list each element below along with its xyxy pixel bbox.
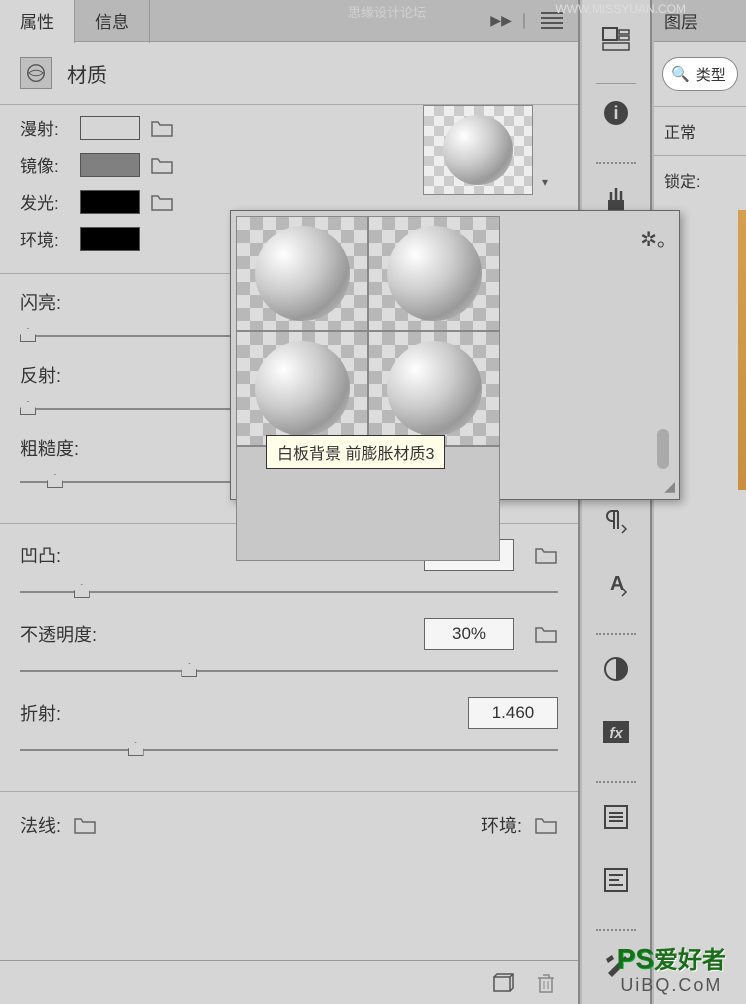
layer-filter[interactable]: 🔍 类型 [662,57,738,91]
env-label: 环境: [20,226,70,251]
refract-label: 折射: [20,700,468,726]
search-icon: 🔍 [671,65,690,83]
opacity-label: 不透明度: [20,621,424,647]
refract-slider[interactable] [20,749,558,751]
list2-icon[interactable] [592,856,640,904]
opacity-input[interactable] [424,618,514,650]
watermark-logo: PS爱好者 UiBQ.CoM [617,940,726,996]
folder-icon[interactable] [73,815,97,835]
panel-collapse-icon[interactable]: ▶▶ [490,12,512,29]
lock-row: 锁定: [654,155,746,204]
resize-grip-icon[interactable]: ◢ [664,478,675,495]
filter-label: 类型 [696,64,726,85]
preview-dropdown-icon[interactable]: ▾ [542,175,548,189]
mirror-swatch[interactable] [80,153,140,177]
trash-icon[interactable] [534,971,558,995]
material-grid [231,211,636,566]
opacity-slider[interactable] [20,670,558,672]
watermark-url: WWW.MISSYUAN.COM [555,2,686,16]
folder-icon[interactable] [150,192,174,212]
opacity-row: 不透明度: [20,618,558,650]
watermark-text: 思缘设计论坛 [348,2,426,21]
material-picker-popup: ✲｡ 白板背景 前膨胀材质3 ◢ [230,210,680,500]
env-swatch[interactable] [80,227,140,251]
svg-text:fx: fx [609,725,623,742]
info-icon[interactable]: i [592,89,640,137]
material-thumb[interactable] [368,331,500,446]
diffuse-label: 漫射: [20,115,70,140]
circle-half-icon[interactable] [592,645,640,693]
preview-sphere [443,115,513,185]
normal-label: 法线: [20,812,61,838]
panel-footer [0,960,578,1004]
material-tooltip: 白板背景 前膨胀材质3 [266,435,445,469]
section-header: 材质 [0,42,578,104]
emit-swatch[interactable] [80,190,140,214]
diffuse-swatch[interactable] [80,116,140,140]
normal-item: 法线: [20,812,97,838]
refract-input[interactable] [468,697,558,729]
cube-icon[interactable] [490,971,514,995]
emit-label: 发光: [20,189,70,214]
list1-icon[interactable] [592,793,640,841]
folder-icon[interactable] [150,118,174,138]
tab-info[interactable]: 信息 [75,0,150,43]
material-icon [20,57,52,89]
bottom-row: 法线: 环境: [0,791,578,858]
blend-mode-row[interactable]: 正常 [654,106,746,155]
layer-thumbnail-edge [738,210,746,490]
character-icon[interactable]: A [592,560,640,608]
gear-icon[interactable]: ✲｡ [640,223,667,252]
bump-slider[interactable] [20,591,558,593]
material-thumb[interactable] [236,331,368,446]
refract-row: 折射: [20,697,558,729]
mirror-label: 镜像: [20,152,70,177]
folder-icon[interactable] [150,155,174,175]
material-thumb[interactable] [236,216,368,331]
env-bottom-label: 环境: [481,812,522,838]
folder-icon[interactable] [534,815,558,835]
svg-text:i: i [613,103,618,123]
tab-bar: 属性 信息 ▶▶ | [0,0,578,42]
folder-icon[interactable] [534,624,558,644]
section-title: 材质 [67,59,107,88]
fx-icon[interactable]: fx [592,708,640,756]
3d-panel-icon[interactable] [592,15,640,63]
scrollbar-thumb[interactable] [657,429,669,469]
panel-divider: | [522,12,526,30]
layers-panel: 图层 🔍 类型 正常 锁定: [654,0,746,1004]
material-thumb[interactable] [368,216,500,331]
svg-text:A: A [610,573,624,595]
material-preview[interactable] [423,105,533,195]
env-bottom-item: 环境: [481,812,558,838]
tab-properties[interactable]: 属性 [0,0,75,43]
